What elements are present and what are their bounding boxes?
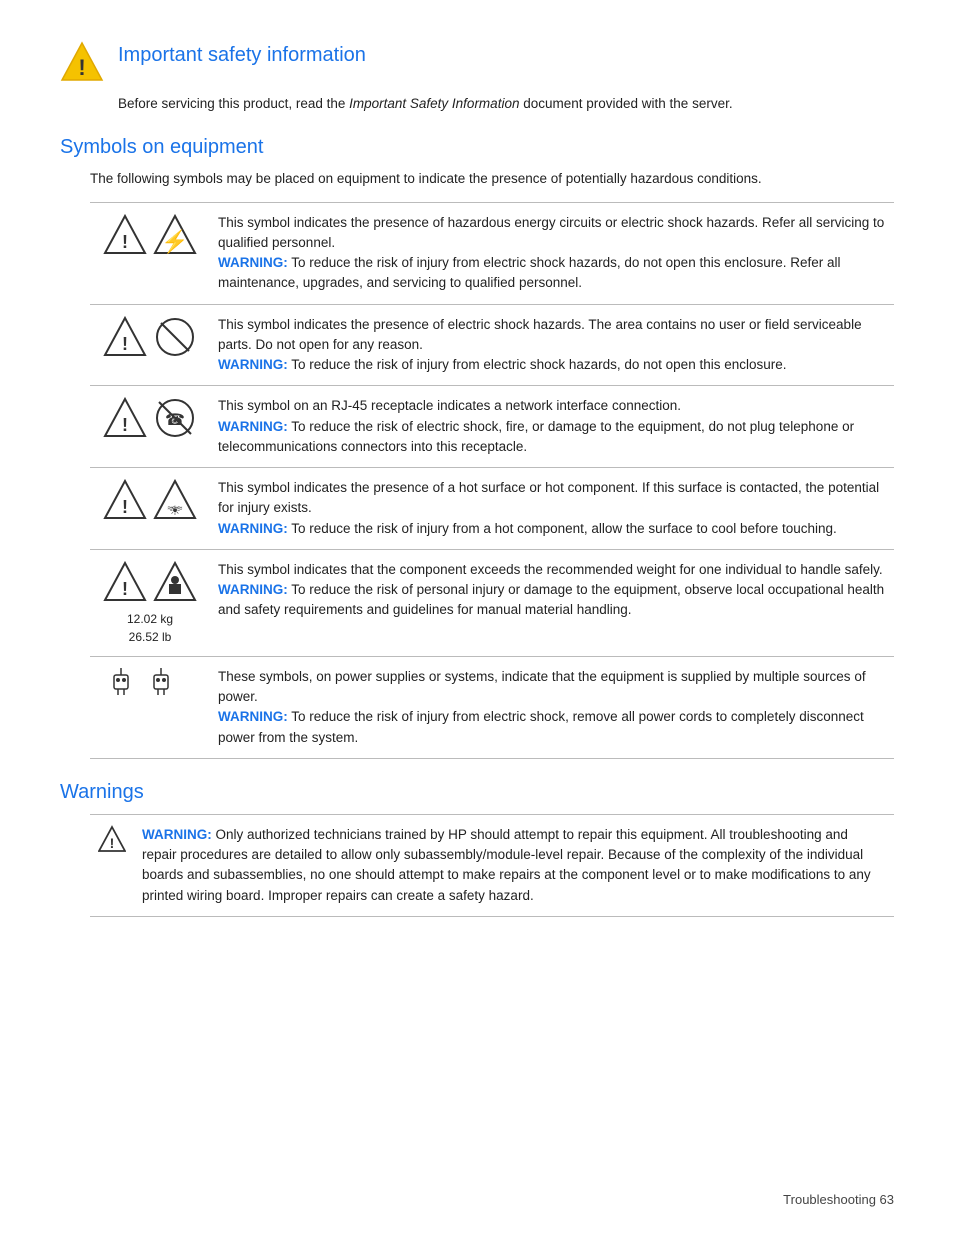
- symbol-row-5-text: This symbol indicates that the component…: [210, 549, 894, 656]
- svg-text:⚡: ⚡: [161, 229, 188, 255]
- symbol-row-network: ! ☎ This symbol on an RJ-45 receptacle i…: [90, 386, 894, 468]
- svg-text:!: !: [122, 497, 128, 517]
- symbol-row-3-text: This symbol on an RJ-45 receptacle indic…: [210, 386, 894, 468]
- warning-triangle-icon-3: !: [103, 396, 147, 440]
- important-safety-title: Important safety information: [118, 44, 366, 67]
- warning-triangle-icon-2: !: [103, 315, 147, 359]
- warnings-section-title: Warnings: [60, 781, 894, 804]
- svg-text:!: !: [122, 415, 128, 435]
- svg-text:≈≈≈: ≈≈≈: [168, 503, 183, 513]
- symbol-icon-cell-1: ! ⚡: [90, 202, 210, 304]
- symbol-row-6-text: These symbols, on power supplies or syst…: [210, 656, 894, 758]
- warning-row-1-text: WARNING: Only authorized technicians tra…: [134, 814, 894, 916]
- power-plug-icon-1: [112, 667, 148, 697]
- power-plug-icon-2: [152, 667, 188, 697]
- symbol-row-electric-shock: ! This symbol indicates the presence of …: [90, 304, 894, 386]
- symbol-row-weight: ! 12.02 kg 26.52 lb This symbol indicate…: [90, 549, 894, 656]
- important-safety-body: Before servicing this product, read the …: [118, 94, 894, 114]
- warning-triangle-icon-4: !: [103, 478, 147, 522]
- hazard-triangle-icon: !: [103, 213, 147, 257]
- warning-triangle-small-icon: !: [98, 825, 126, 853]
- weight-label: 12.02 kg 26.52 lb: [98, 610, 202, 646]
- symbol-icon-cell-4: ! ☀ ≈≈≈: [90, 468, 210, 550]
- page-footer: Troubleshooting 63: [783, 1192, 894, 1207]
- svg-text:!: !: [122, 579, 128, 599]
- hot-surface-icon: ☀ ≈≈≈: [153, 478, 197, 522]
- symbols-section-title: Symbols on equipment: [60, 136, 894, 159]
- symbol-icon-cell-5: ! 12.02 kg 26.52 lb: [90, 549, 210, 656]
- symbol-row-hazardous: ! ⚡ This symbol indicates the presence o…: [90, 202, 894, 304]
- svg-text:!: !: [122, 232, 128, 252]
- heavy-weight-icon: [153, 560, 197, 604]
- symbol-row-hot: ! ☀ ≈≈≈ This symbol indicates the presen…: [90, 468, 894, 550]
- symbol-icon-cell-2: !: [90, 304, 210, 386]
- svg-text:!: !: [122, 334, 128, 354]
- warning-row-1: ! WARNING: Only authorized technicians t…: [90, 814, 894, 916]
- svg-text:!: !: [110, 835, 115, 851]
- warning-triangle-icon-5: !: [103, 560, 147, 604]
- symbols-section-intro: The following symbols may be placed on e…: [90, 169, 894, 189]
- symbol-icon-cell-3: ! ☎: [90, 386, 210, 468]
- svg-text:!: !: [78, 55, 85, 80]
- no-phone-icon: ☎: [153, 396, 197, 440]
- symbol-icon-cell-6: [90, 656, 210, 758]
- symbols-table: ! ⚡ This symbol indicates the presence o…: [90, 202, 894, 759]
- caution-icon-large: !: [60, 40, 104, 84]
- lightning-triangle-icon: ⚡: [153, 213, 197, 257]
- important-safety-section: ! Important safety information: [60, 40, 894, 84]
- symbol-row-1-text: This symbol indicates the presence of ha…: [210, 202, 894, 304]
- symbol-row-4-text: This symbol indicates the presence of a …: [210, 468, 894, 550]
- no-service-icon: [153, 315, 197, 359]
- warning-icon-cell: !: [90, 814, 134, 916]
- symbol-row-2-text: This symbol indicates the presence of el…: [210, 304, 894, 386]
- symbol-row-power: These symbols, on power supplies or syst…: [90, 656, 894, 758]
- svg-text:☎: ☎: [165, 412, 185, 429]
- warnings-table: ! WARNING: Only authorized technicians t…: [90, 814, 894, 917]
